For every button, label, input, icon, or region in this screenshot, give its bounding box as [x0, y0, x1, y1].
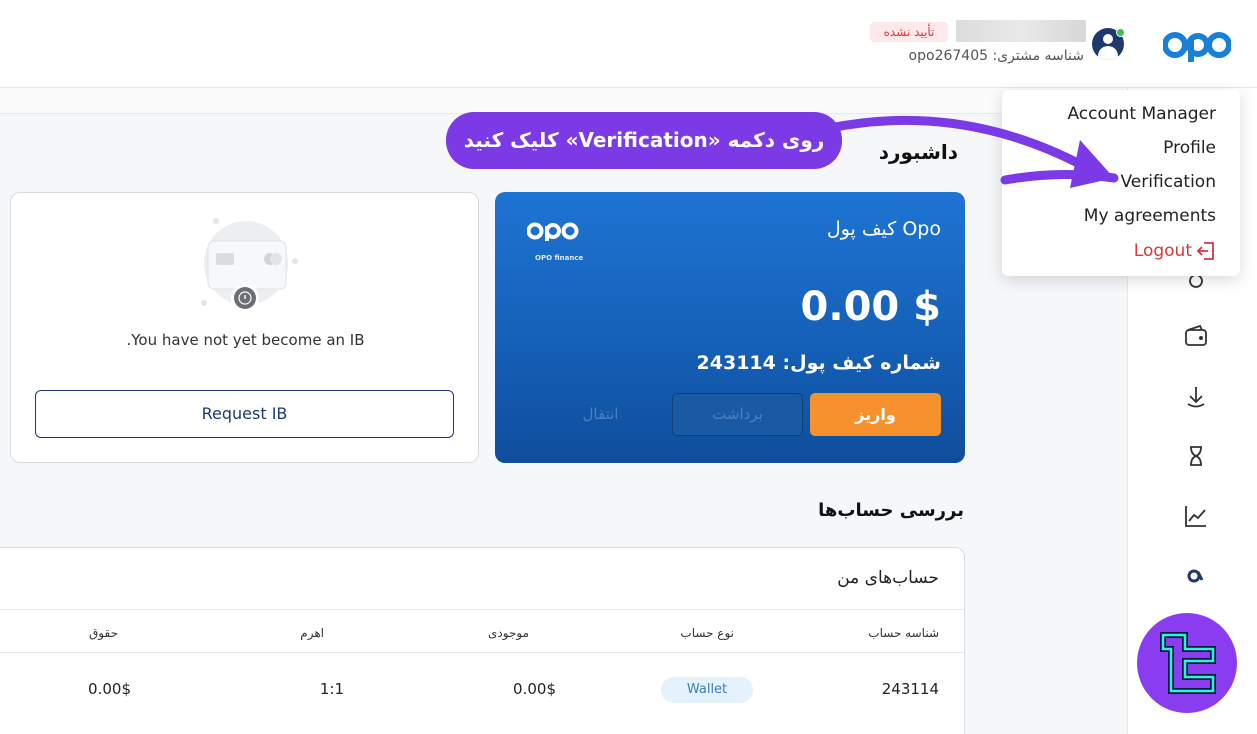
cell-balance: 0.00$: [513, 680, 556, 698]
accounts-section-title: بررسی حساب‌ها: [818, 500, 964, 521]
column-header-account-type: نوع حساب: [680, 626, 734, 640]
column-header-balance: موجودی: [488, 626, 529, 640]
column-header-equity: حقوق: [89, 626, 118, 640]
blurred-username: [956, 20, 1086, 42]
download-icon[interactable]: [1180, 380, 1212, 412]
online-status-dot: [1116, 28, 1125, 37]
watermark-badge: [1137, 613, 1237, 713]
client-id-label: شناسه مشتری: opo267405: [908, 48, 1084, 64]
logout-icon[interactable]: [1195, 240, 1217, 262]
withdraw-button[interactable]: برداشت: [672, 393, 803, 436]
opo-logo[interactable]: [1163, 28, 1231, 62]
instruction-callout: روی دکمه «Verification» کلیک کنید: [446, 112, 842, 169]
hourglass-icon[interactable]: [1180, 440, 1212, 472]
cell-account-id: 243114: [881, 680, 939, 698]
header-divider: [0, 609, 964, 610]
wallet-icon[interactable]: [1180, 320, 1212, 352]
menu-item-profile[interactable]: Profile: [1163, 138, 1216, 158]
transfer-button[interactable]: انتقال: [535, 393, 666, 436]
brand-icon[interactable]: [1180, 560, 1212, 592]
wallet-brand-sub: OPO finance: [535, 254, 584, 262]
avatar-head: [1103, 34, 1113, 44]
wallet-title: کیف پول Opo: [826, 218, 941, 240]
wallet-balance: 0.00 $: [800, 284, 941, 330]
my-accounts-title: حساب‌های من: [837, 568, 939, 588]
avatar-shoulders: [1098, 46, 1118, 60]
ib-status-message: .You have not yet become an IB: [126, 331, 365, 349]
card-warning-illustration: [201, 218, 298, 311]
account-type-badge: Wallet: [661, 677, 753, 703]
ib-card: .You have not yet become an IB Request I…: [10, 192, 479, 463]
deposit-button[interactable]: واریز: [810, 393, 941, 436]
column-header-account-id: شناسه حساب: [868, 626, 939, 640]
request-ib-button[interactable]: Request IB: [35, 390, 454, 438]
tradingfinder-logo: [1160, 632, 1216, 694]
chart-icon[interactable]: [1180, 500, 1212, 532]
top-header: [0, 0, 1257, 88]
menu-item-verification[interactable]: Verification: [1120, 172, 1216, 192]
menu-item-logout[interactable]: Logout: [1134, 241, 1192, 261]
unverified-badge: تأیید نشده: [870, 22, 948, 42]
row-divider: [0, 652, 964, 653]
cell-leverage: 1:1: [319, 680, 344, 698]
wallet-card: OPO finance کیف پول Opo 0.00 $ شماره کیف…: [495, 192, 965, 463]
column-header-leverage: اهرم: [300, 626, 324, 640]
my-accounts-card: حساب‌های من شناسه حساب نوع حساب موجودی ا…: [0, 547, 965, 734]
wallet-number: شماره کیف پول: 243114: [696, 352, 941, 374]
cell-equity: 0.00$: [88, 680, 131, 698]
wallet-opo-logo: [527, 222, 579, 241]
annotation-arrow: [830, 115, 1119, 188]
menu-item-my-agreements[interactable]: My agreements: [1084, 206, 1216, 226]
